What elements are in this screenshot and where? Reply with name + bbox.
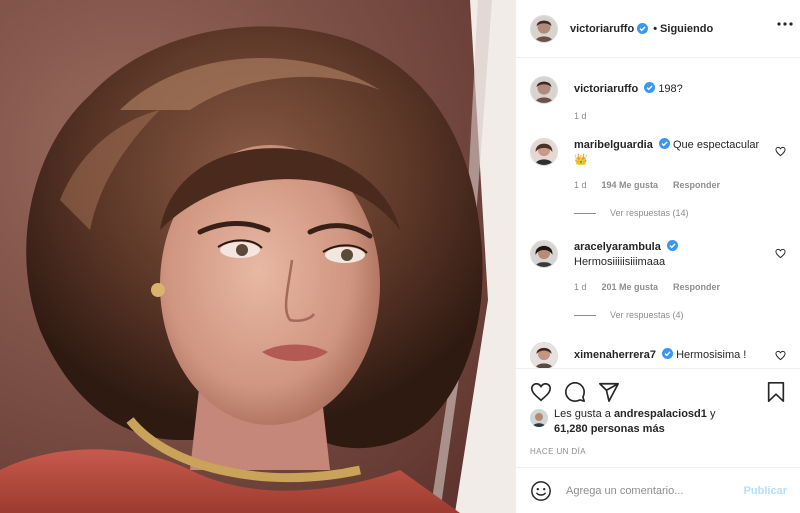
caption-avatar[interactable] — [530, 76, 558, 104]
view-replies-label: Ver respuestas (4) — [610, 310, 684, 320]
bookmark-icon[interactable] — [765, 381, 787, 403]
commenter-avatar[interactable] — [530, 342, 558, 368]
verified-badge-icon — [637, 23, 649, 34]
likes-summary[interactable]: Les gusta a andrespalaciosd1 y 61,280 pe… — [530, 407, 792, 437]
paper-plane-icon[interactable] — [598, 381, 620, 403]
commenter-username[interactable]: maribelguardia — [574, 139, 653, 151]
comment-item: aracelyarambula Hermosiiiiisiiimaaa 1 d … — [530, 240, 792, 320]
comment-age[interactable]: 1 d — [574, 282, 587, 292]
comment-like-count[interactable]: 194 Me gusta — [602, 180, 659, 190]
author-username[interactable]: victoriaruffo — [570, 23, 634, 35]
caption-text: 198? — [658, 83, 683, 95]
replies-line — [574, 212, 596, 214]
instagram-post: victoriaruffo • Siguiendo victoriaruffo … — [0, 0, 800, 513]
comment-item: ximenaherrera7 Hermosisima ! — [530, 342, 792, 368]
action-bar — [516, 368, 800, 408]
comment-heart-icon[interactable] — [775, 248, 786, 259]
comment-text: Que espectacular — [672, 139, 760, 151]
view-replies-button[interactable]: Ver respuestas (4) — [574, 310, 792, 320]
liker-username[interactable]: andrespalaciosd1 — [614, 408, 707, 420]
verified-badge-icon — [662, 348, 674, 359]
following-button[interactable]: Siguiendo — [660, 23, 713, 35]
commenter-avatar[interactable] — [530, 240, 558, 268]
commenter-username[interactable]: ximenaherrera7 — [574, 349, 656, 361]
caption-age[interactable]: 1 d — [574, 111, 587, 121]
replies-line — [574, 314, 596, 316]
add-comment-bar: Publicar — [516, 467, 800, 513]
likes-connector: y — [709, 408, 716, 420]
comment-bubble-icon[interactable] — [564, 381, 586, 403]
comment-like-count[interactable]: 201 Me gusta — [602, 282, 659, 292]
verified-badge-icon — [658, 138, 670, 149]
post-header: victoriaruffo • Siguiendo — [516, 0, 800, 58]
verified-badge-icon — [666, 240, 678, 251]
post-caption: victoriaruffo 198? 1 d — [530, 76, 792, 121]
comment-item: maribelguardia Que espectacular 👑 1 d 19… — [530, 138, 792, 218]
commenter-avatar[interactable] — [530, 138, 558, 166]
post-side-panel: victoriaruffo • Siguiendo victoriaruffo … — [515, 0, 800, 513]
comment-heart-icon[interactable] — [775, 146, 786, 157]
liker-avatar[interactable] — [530, 409, 548, 427]
reply-button[interactable]: Responder — [673, 282, 720, 292]
post-timestamp[interactable]: HACE UN DÍA — [530, 447, 586, 456]
comment-age[interactable]: 1 d — [574, 180, 587, 190]
likes-prefix: Les gusta a — [554, 408, 611, 420]
separator-dot: • — [653, 22, 658, 35]
portrait-image — [0, 0, 515, 513]
more-options-icon[interactable] — [777, 22, 793, 26]
reply-button[interactable]: Responder — [673, 180, 720, 190]
publish-button[interactable]: Publicar — [744, 485, 787, 497]
view-replies-button[interactable]: Ver respuestas (14) — [574, 208, 792, 218]
heart-icon[interactable] — [530, 381, 552, 403]
comment-text: Hermosisima ! — [676, 349, 747, 361]
author-avatar[interactable] — [530, 14, 558, 43]
post-photo[interactable] — [0, 0, 515, 513]
comment-input[interactable] — [566, 484, 744, 497]
caption-username[interactable]: victoriaruffo — [574, 83, 638, 95]
verified-badge-icon — [644, 82, 656, 93]
commenter-username[interactable]: aracelyarambula — [574, 241, 661, 253]
comment-text: Hermosiiiiisiiimaaa — [574, 256, 666, 268]
likes-count[interactable]: 61,280 personas más — [554, 423, 665, 435]
smiley-icon[interactable] — [530, 480, 552, 502]
crown-emoji: 👑 — [574, 154, 588, 166]
comment-heart-icon[interactable] — [775, 350, 786, 361]
view-replies-label: Ver respuestas (14) — [610, 208, 689, 218]
comments-list[interactable]: victoriaruffo 198? 1 d maribelguardia Qu… — [516, 58, 800, 368]
